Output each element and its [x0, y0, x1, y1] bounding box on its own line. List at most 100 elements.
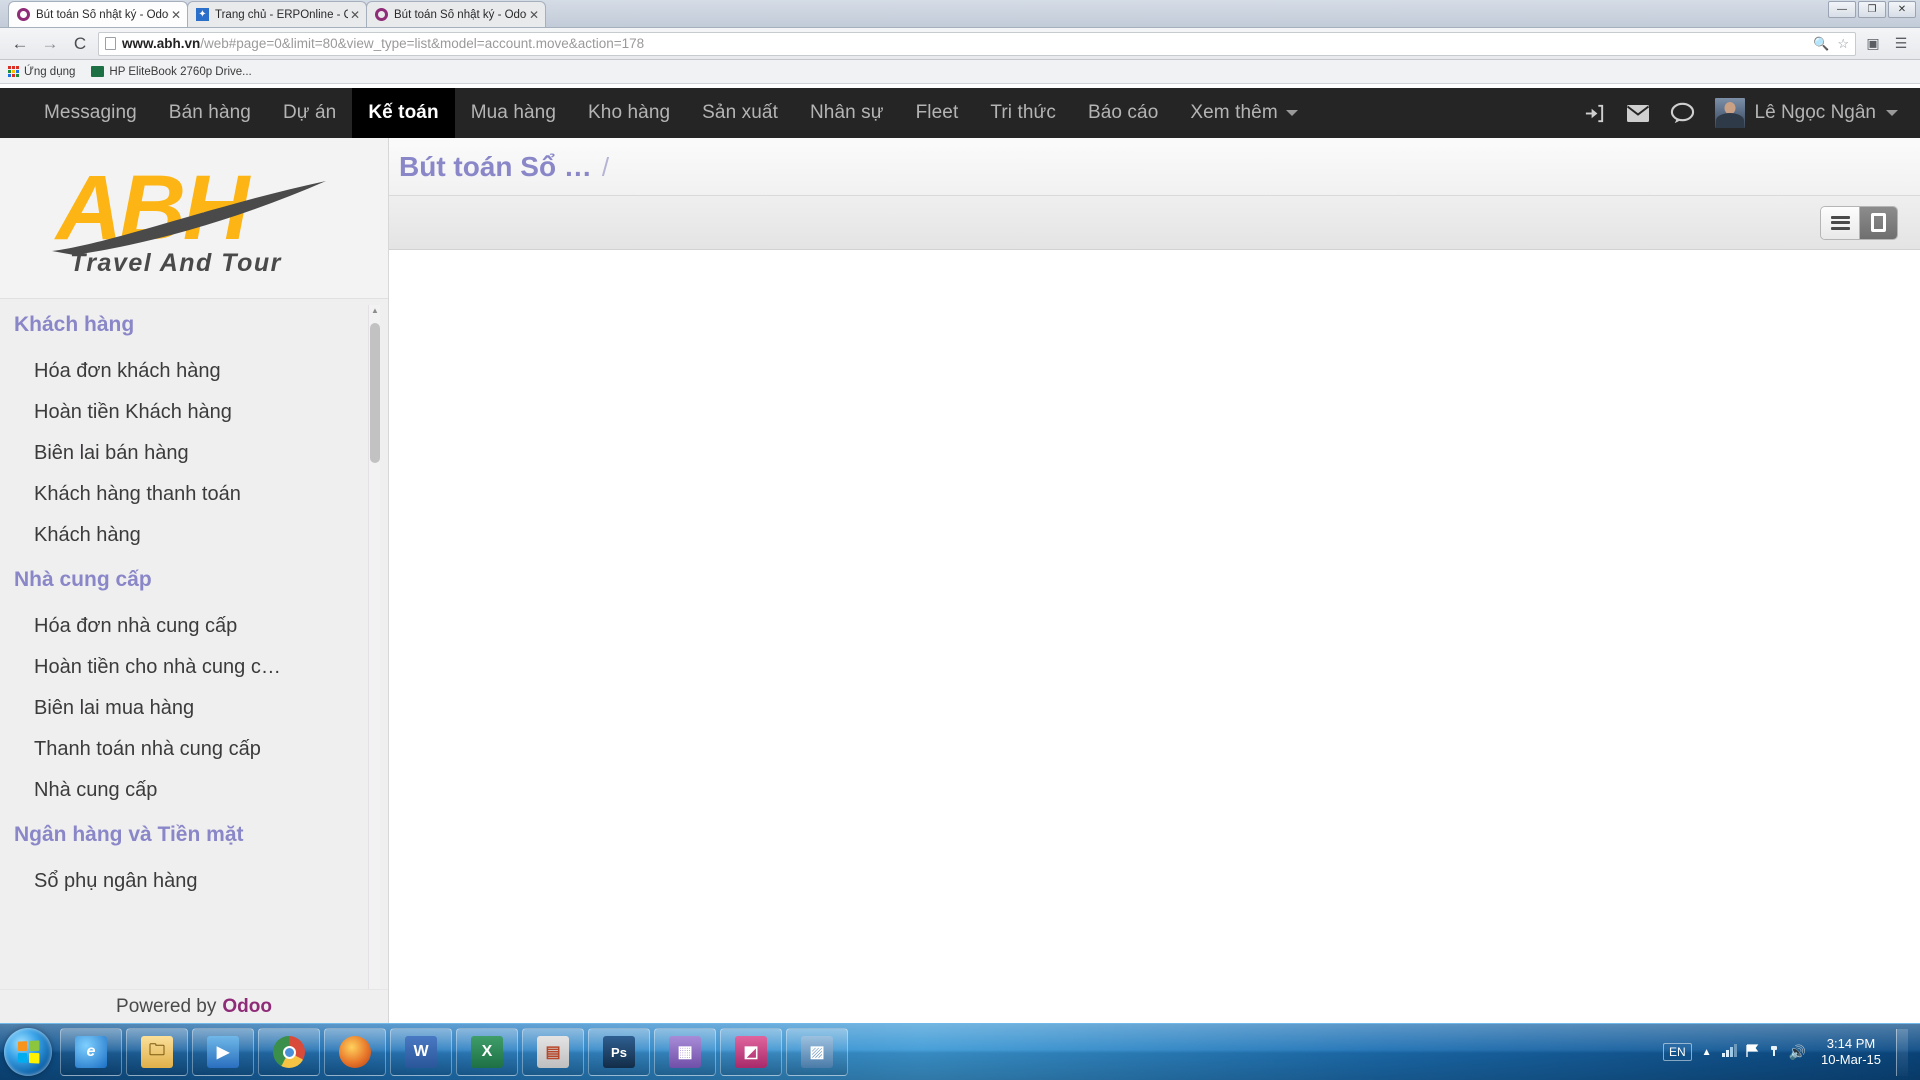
odoo-body: ABH Travel And Tour Khách hàng Hóa đơn k…	[0, 138, 1920, 1023]
page-title[interactable]: Bút toán Sổ …	[399, 151, 592, 183]
menu-ban-hang[interactable]: Bán hàng	[153, 88, 267, 138]
sidebar-item-bien-lai-ban-hang[interactable]: Biên lai bán hàng	[14, 433, 362, 474]
browser-titlebar: Bút toán Sổ nhật ký - Odoo ✕ ✦ Trang chủ…	[0, 0, 1920, 28]
sidebar-section-nha-cung-cap: Nhà cung cấp	[14, 568, 152, 591]
menu-messaging[interactable]: Messaging	[28, 88, 153, 138]
scrollbar-thumb[interactable]	[370, 323, 380, 463]
search-icon[interactable]: 🔍	[1813, 36, 1829, 52]
sidebar-item-so-phu-ngan-hang[interactable]: Sổ phụ ngân hàng	[14, 861, 362, 902]
flag-icon[interactable]	[1745, 1043, 1759, 1061]
taskbar-microsoft-excel[interactable]: X	[456, 1028, 518, 1076]
unikey-icon: ◩	[735, 1036, 767, 1068]
chrome-menu-icon[interactable]: ☰	[1890, 33, 1912, 55]
powered-by-odoo: Powered by Odoo	[0, 989, 388, 1023]
bookmark-hp-drive[interactable]: HP EliteBook 2760p Drive...	[91, 65, 252, 78]
taskbar-mozilla-firefox[interactable]	[324, 1028, 386, 1076]
windows-taskbar: e 🗀 ▶ W X ▤ Ps ▦ ◩ ▨ EN ▲ 🔊 3:14 PM 10-M…	[0, 1023, 1920, 1080]
excel-icon	[91, 66, 105, 77]
menu-du-an[interactable]: Dự án	[267, 88, 352, 138]
form-view-button[interactable]	[1859, 206, 1897, 239]
envelope-icon[interactable]	[1626, 104, 1650, 123]
tab-title: Bút toán Sổ nhật ký - Odoo	[394, 8, 527, 21]
address-bar[interactable]: www.abh.vn/web#page=0&limit=80&view_type…	[98, 31, 1856, 56]
menu-san-xuat[interactable]: Sản xuất	[686, 88, 794, 138]
browser-tab-2[interactable]: ✦ Trang chủ - ERPOnline - Quản ✕	[187, 1, 367, 27]
menu-ke-toan[interactable]: Kế toán	[352, 88, 455, 138]
close-icon[interactable]: ✕	[169, 9, 183, 21]
close-icon[interactable]: ✕	[348, 9, 362, 21]
taskbar-internet-explorer[interactable]: e	[60, 1028, 122, 1076]
sidebar-item-khach-hang-thanh-toan[interactable]: Khách hàng thanh toán	[14, 474, 362, 515]
browser-window: Bút toán Sổ nhật ký - Odoo ✕ ✦ Trang chủ…	[0, 0, 1920, 1080]
list-view-button[interactable]	[1821, 206, 1859, 239]
company-logo: ABH Travel And Tour	[0, 138, 388, 298]
taskbar-microsoft-word[interactable]: W	[390, 1028, 452, 1076]
menu-fleet[interactable]: Fleet	[900, 88, 975, 138]
clock[interactable]: 3:14 PM 10-Mar-15	[1816, 1036, 1886, 1069]
window-controls: — ❐ ✕	[1828, 1, 1916, 18]
minimize-button[interactable]: —	[1828, 1, 1856, 18]
back-icon[interactable]: ←	[8, 32, 32, 56]
calculator-icon: ▦	[669, 1036, 701, 1068]
menu-bao-cao[interactable]: Báo cáo	[1072, 88, 1174, 138]
taskbar-adobe-photoshop[interactable]: Ps	[588, 1028, 650, 1076]
start-button[interactable]	[4, 1028, 52, 1076]
reload-icon[interactable]: C	[68, 32, 92, 56]
user-menu[interactable]: Lê Ngọc Ngân	[1714, 98, 1898, 128]
bookmark-label: Ứng dụng	[24, 65, 76, 78]
browser-tab-1[interactable]: Bút toán Sổ nhật ký - Odoo ✕	[8, 1, 188, 27]
taskbar-windows-explorer[interactable]: 🗀	[126, 1028, 188, 1076]
taskbar-microsoft-powerpoint[interactable]: ▤	[522, 1028, 584, 1076]
sidebar-item-hoan-tien-cho-nha-cung-cap[interactable]: Hoàn tiền cho nhà cung c…	[14, 647, 362, 688]
usb-icon[interactable]	[1767, 1044, 1781, 1061]
language-indicator[interactable]: EN	[1662, 1043, 1692, 1061]
sidebar-item-bien-lai-mua-hang[interactable]: Biên lai mua hàng	[14, 688, 362, 729]
odoo-top-navbar: Messaging Bán hàng Dự án Kế toán Mua hàn…	[0, 88, 1920, 138]
sidebar-item-hoan-tien-khach-hang[interactable]: Hoàn tiền Khách hàng	[14, 392, 362, 433]
view-switcher	[1820, 205, 1898, 240]
chat-bubble-icon[interactable]	[1670, 102, 1695, 124]
omnibox-actions: 🔍 ☆	[1813, 36, 1849, 52]
taskbar-picture-viewer[interactable]: ▨	[786, 1028, 848, 1076]
tab-title: Bút toán Sổ nhật ký - Odoo	[36, 8, 169, 21]
taskbar-unikey[interactable]: ◩	[720, 1028, 782, 1076]
maximize-button[interactable]: ❐	[1858, 1, 1886, 18]
odoo-systray: Lê Ngọc Ngân	[1583, 88, 1920, 138]
volume-icon[interactable]: 🔊	[1789, 1044, 1806, 1061]
network-icon[interactable]	[1721, 1044, 1737, 1060]
bookmark-apps[interactable]: Ứng dụng	[8, 66, 75, 78]
system-tray: EN ▲ 🔊 3:14 PM 10-Mar-15	[1662, 1028, 1916, 1076]
show-desktop-button[interactable]	[1896, 1028, 1908, 1076]
extension-icon[interactable]: ▣	[1862, 33, 1884, 55]
picture-viewer-icon: ▨	[801, 1036, 833, 1068]
user-name: Lê Ngọc Ngân	[1754, 102, 1876, 123]
menu-tri-thuc[interactable]: Tri thức	[974, 88, 1072, 138]
forward-icon[interactable]: →	[38, 32, 62, 56]
menu-nhan-su[interactable]: Nhân sự	[794, 88, 900, 138]
menu-xem-them[interactable]: Xem thêm	[1174, 88, 1313, 138]
content-header: Bút toán Sổ … /	[389, 138, 1920, 196]
sidebar-item-thanh-toan-nha-cung-cap[interactable]: Thanh toán nhà cung cấp	[14, 729, 362, 770]
close-icon[interactable]: ✕	[527, 9, 541, 21]
firefox-icon	[339, 1036, 371, 1068]
menu-mua-hang[interactable]: Mua hàng	[455, 88, 572, 138]
sidebar-item-nha-cung-cap[interactable]: Nhà cung cấp	[14, 770, 362, 811]
odoo-sidebar: ABH Travel And Tour Khách hàng Hóa đơn k…	[0, 138, 389, 1023]
odoo-brand-link[interactable]: Odoo	[222, 996, 272, 1018]
taskbar-media-player[interactable]: ▶	[192, 1028, 254, 1076]
menu-kho-hang[interactable]: Kho hàng	[572, 88, 686, 138]
browser-tab-3[interactable]: Bút toán Sổ nhật ký - Odoo ✕	[366, 1, 546, 27]
taskbar-calculator[interactable]: ▦	[654, 1028, 716, 1076]
bookmark-label: HP EliteBook 2760p Drive...	[109, 65, 252, 78]
sidebar-scrollbar[interactable]: ▲ ▼	[368, 305, 380, 1017]
bookmark-star-icon[interactable]: ☆	[1837, 36, 1849, 52]
sidebar-item-hoa-don-nha-cung-cap[interactable]: Hóa đơn nhà cung cấp	[14, 606, 362, 647]
sidebar-item-hoa-don-khach-hang[interactable]: Hóa đơn khách hàng	[14, 351, 362, 392]
sidebar-item-khach-hang[interactable]: Khách hàng	[14, 515, 362, 556]
scroll-up-icon[interactable]: ▲	[370, 305, 380, 315]
close-window-button[interactable]: ✕	[1888, 1, 1916, 18]
page-info-icon[interactable]	[105, 37, 116, 50]
sign-in-icon[interactable]	[1583, 102, 1606, 125]
show-hidden-icons-button[interactable]: ▲	[1702, 1047, 1712, 1058]
taskbar-google-chrome[interactable]	[258, 1028, 320, 1076]
